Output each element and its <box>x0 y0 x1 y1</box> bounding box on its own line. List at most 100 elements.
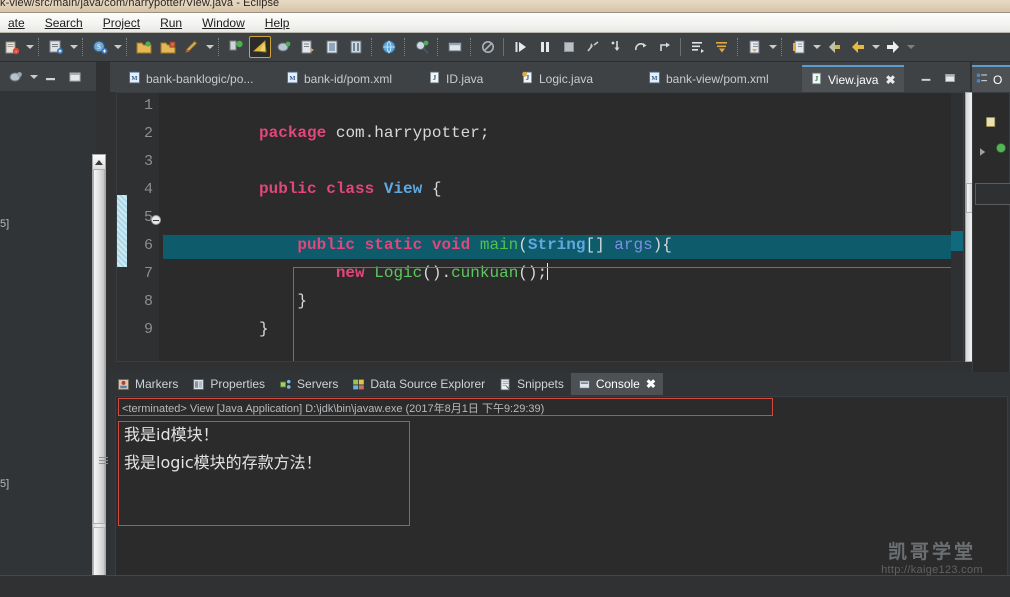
code-line-1: package com.harrypotter; <box>163 97 489 142</box>
editor-maximize-icon[interactable] <box>942 70 958 86</box>
menu-item-help[interactable]: Help <box>255 15 300 31</box>
bottom-tab-label: Snippets <box>517 377 564 391</box>
search-all-icon[interactable] <box>411 36 433 58</box>
bottom-tab-console[interactable]: Console ✖ <box>570 373 663 395</box>
menu-item-run[interactable]: Run <box>150 15 192 31</box>
bottom-tab-bar: Markers Properties Servers Data Source E… <box>110 372 1010 396</box>
toolbar-separator <box>470 38 473 56</box>
package-explorer-scrollbar[interactable] <box>92 154 106 597</box>
sash-grip-icon[interactable] <box>99 457 108 467</box>
bottom-tab-properties[interactable]: Properties <box>185 373 272 395</box>
web-browser-icon[interactable] <box>378 36 400 58</box>
new-java-package-caret[interactable] <box>68 36 79 58</box>
code-editor[interactable]: 1 2 3 4 5 6 7 8 9 package com.harrypotte… <box>116 92 964 362</box>
bottom-tab-data-source-explorer[interactable]: Data Source Explorer <box>345 373 492 395</box>
editor-tab-id-java[interactable]: J ID.java <box>420 65 491 92</box>
outline-tab[interactable]: O <box>972 65 1010 92</box>
previous-annotation-icon[interactable] <box>711 36 733 58</box>
outline-selected-row[interactable] <box>975 183 1010 205</box>
link-with-editor-icon[interactable] <box>5 66 27 88</box>
bottom-tab-markers[interactable]: Markers <box>110 373 185 395</box>
next-edit-icon[interactable] <box>788 36 810 58</box>
forward-arrow-icon[interactable] <box>882 36 904 58</box>
editor-tab-bank-view-pom[interactable]: M bank-view/pom.xml <box>640 65 777 92</box>
back-caret[interactable] <box>870 36 881 58</box>
scrollbar-thumb[interactable] <box>93 169 105 524</box>
editor-tab-bank-id-pom[interactable]: M bank-id/pom.xml <box>278 65 400 92</box>
menu-item-label: ate <box>8 16 25 30</box>
last-edit-location-icon[interactable] <box>744 36 766 58</box>
step-return-icon[interactable] <box>654 36 676 58</box>
editor-overview-ruler[interactable] <box>951 93 963 361</box>
toolbar-separator <box>126 38 129 56</box>
open-task-icon[interactable] <box>321 36 343 58</box>
console-output-area[interactable]: <terminated> View [Java Application] D:\… <box>99 396 1008 594</box>
line-number: 9 <box>143 321 153 338</box>
bottom-tab-snippets[interactable]: Snippets <box>492 373 571 395</box>
line-number: 1 <box>143 97 153 114</box>
new-dropdown-caret[interactable] <box>24 36 35 58</box>
next-annotation-icon[interactable] <box>687 36 709 58</box>
bottom-tab-label: Console <box>595 377 640 391</box>
new-spring-bean-icon[interactable]: S <box>89 36 111 58</box>
package-explorer-tree[interactable]: 5] 5] <box>0 91 96 597</box>
new-window-icon[interactable] <box>444 36 466 58</box>
last-edit-caret[interactable] <box>767 36 778 58</box>
suspend-icon[interactable] <box>534 36 556 58</box>
build-icon[interactable] <box>181 36 203 58</box>
editor-tab-close-icon[interactable]: ✖ <box>885 73 895 87</box>
step-over-icon[interactable] <box>630 36 652 58</box>
bottom-view-stack: Markers Properties Servers Data Source E… <box>99 372 1010 597</box>
code-line-3: public class View { <box>163 153 441 198</box>
menu-item-search[interactable]: Search <box>35 15 93 31</box>
menu-item-navigate[interactable]: ate <box>0 15 35 31</box>
editor-tab-view-java[interactable]: J View.java ✖ <box>802 65 904 92</box>
outline-icon <box>976 72 989 88</box>
new-wizard-icon[interactable]: + <box>1 36 23 58</box>
step-into-icon[interactable] <box>606 36 628 58</box>
editor-gutter[interactable]: 1 2 3 4 5 6 7 8 9 <box>117 93 161 361</box>
editor-tab-label: bank-banklogic/po... <box>146 71 254 86</box>
new-spring-caret[interactable] <box>112 36 123 58</box>
editor-minimize-icon[interactable] <box>918 70 934 86</box>
minimize-icon[interactable] <box>40 66 62 88</box>
forward-caret[interactable] <box>905 36 916 58</box>
code-fold-toggle-icon[interactable] <box>151 215 161 225</box>
next-edit-caret[interactable] <box>811 36 822 58</box>
back-arrow-icon[interactable] <box>847 36 869 58</box>
terminate-icon[interactable] <box>558 36 580 58</box>
editor-tab-bank-banklogic-pom[interactable]: M bank-banklogic/po... <box>120 65 261 92</box>
view-menu-caret[interactable] <box>28 66 39 88</box>
menu-item-project[interactable]: Project <box>93 15 150 31</box>
save-icon[interactable] <box>157 36 179 58</box>
code-token: (). <box>422 264 452 282</box>
run-icon[interactable] <box>249 36 271 58</box>
scroll-up-arrow-icon[interactable] <box>93 155 105 169</box>
console-icon <box>578 378 591 391</box>
editor-tab-logic-java[interactable]: J Logic.java <box>513 65 601 92</box>
run-external-tools-icon[interactable] <box>273 36 295 58</box>
maximize-icon[interactable] <box>64 66 86 88</box>
bottom-tab-servers[interactable]: Servers <box>272 373 345 395</box>
debug-perspective-icon[interactable] <box>225 36 247 58</box>
menu-item-window[interactable]: Window <box>192 15 255 31</box>
svg-text:J: J <box>433 72 437 81</box>
console-close-icon[interactable]: ✖ <box>646 377 656 391</box>
java-file-dirty-icon: J <box>521 71 534 87</box>
skip-breakpoints-icon[interactable] <box>477 36 499 58</box>
code-line-6: new Logic().cunkuan(); <box>163 237 549 282</box>
show-whitespace-icon[interactable] <box>345 36 367 58</box>
build-caret[interactable] <box>204 36 215 58</box>
code-line-7: } <box>163 265 307 310</box>
bottom-tab-label: Servers <box>297 377 339 391</box>
back-history-icon[interactable] <box>823 36 845 58</box>
code-token: package <box>259 124 327 142</box>
menu-item-label: Project <box>102 16 141 30</box>
open-type-icon[interactable] <box>297 36 319 58</box>
new-java-package-icon[interactable] <box>45 36 67 58</box>
resume-icon[interactable] <box>510 36 532 58</box>
open-folder-icon[interactable] <box>133 36 155 58</box>
disconnect-icon[interactable] <box>582 36 604 58</box>
outline-expand-arrow-icon[interactable] <box>977 145 989 163</box>
editor-tab-label: bank-id/pom.xml <box>304 71 393 86</box>
